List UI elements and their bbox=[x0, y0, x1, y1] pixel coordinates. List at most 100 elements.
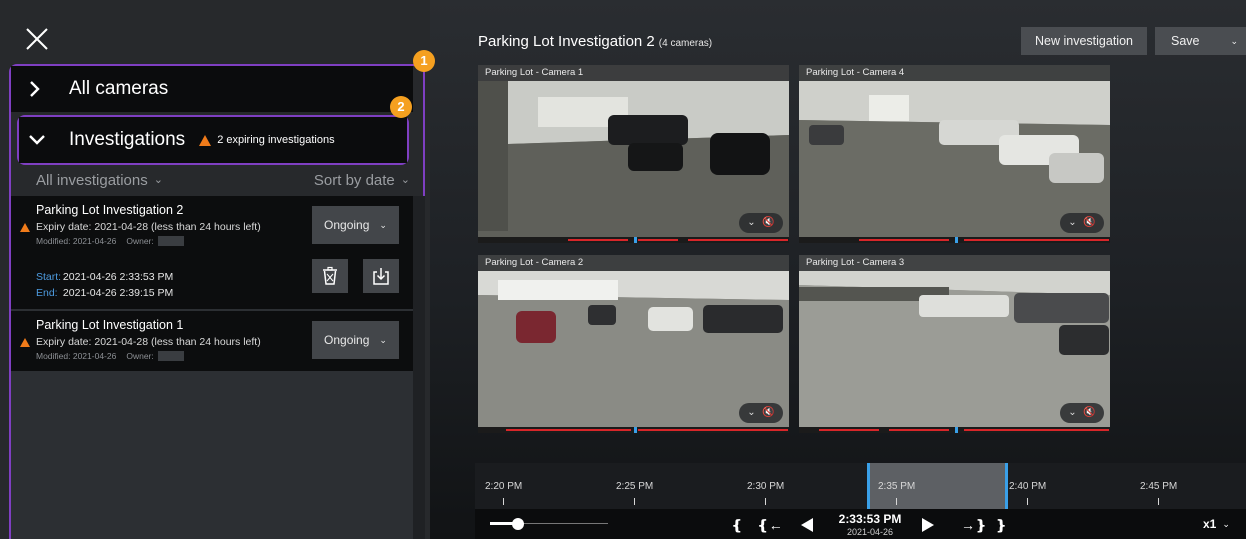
owner-label: Owner: bbox=[126, 236, 154, 246]
sort-dropdown[interactable]: Sort by date ⌄ bbox=[314, 172, 410, 189]
camera-count: (4 cameras) bbox=[658, 38, 713, 49]
camera-view[interactable]: Parking Lot - Camera 1 ⌄ 🔇 bbox=[478, 65, 789, 243]
speaker-muted-icon[interactable]: 🔇 bbox=[762, 213, 774, 233]
status-value: Ongoing bbox=[324, 218, 370, 232]
chevron-right-icon bbox=[25, 79, 45, 99]
camera-controls: ⌄ 🔇 bbox=[739, 403, 783, 423]
recording-bar bbox=[478, 427, 789, 433]
start-value: 2021-04-26 2:33:53 PM bbox=[62, 271, 174, 283]
timeline[interactable]: 2:20 PM 2:25 PM 2:30 PM 2:35 PM 2:40 PM … bbox=[475, 463, 1246, 509]
timeline-tick bbox=[1158, 498, 1159, 505]
filter-row: All investigations ⌄ Sort by date ⌄ bbox=[36, 172, 410, 194]
expiry-text: Expiry date: 2021-04-28 (less than 24 ho… bbox=[36, 336, 261, 348]
investigations-section[interactable]: Investigations 2 expiring investigations bbox=[19, 117, 407, 163]
go-to-start-icon[interactable]: ❴← bbox=[757, 516, 783, 534]
investigation-title: Parking Lot Investigation 1 bbox=[36, 318, 184, 332]
camera-name: Parking Lot - Camera 1 bbox=[478, 65, 789, 81]
callout-badge-1: 1 bbox=[413, 50, 435, 72]
end-value: 2021-04-26 2:39:15 PM bbox=[62, 287, 174, 299]
timeline-tick-label: 2:35 PM bbox=[878, 481, 916, 492]
start-label: Start: bbox=[36, 271, 62, 283]
sort-label: Sort by date bbox=[313, 172, 395, 189]
investigations-label: Investigations bbox=[69, 129, 186, 150]
recording-bar bbox=[799, 427, 1110, 433]
status-dropdown[interactable]: Ongoing ⌄ bbox=[312, 321, 399, 359]
camera-name: Parking Lot - Camera 3 bbox=[799, 255, 1110, 271]
expiry-date: Expiry date: 2021-04-28 (less than 24 ho… bbox=[20, 221, 261, 233]
chevron-down-icon: ⌄ bbox=[153, 174, 163, 186]
investigation-card[interactable]: Parking Lot Investigation 2 Expiry date:… bbox=[11, 196, 413, 309]
owner-redacted bbox=[157, 236, 184, 246]
investigation-meta: Modified: 2021-04-26 Owner: bbox=[36, 236, 184, 246]
end-time: End: 2021-04-26 2:39:15 PM bbox=[36, 287, 173, 299]
timeline-tick-label: 2:45 PM bbox=[1140, 481, 1178, 492]
chevron-down-icon[interactable]: ⌄ bbox=[1068, 403, 1076, 423]
playback-speed-slider[interactable] bbox=[490, 518, 608, 530]
chevron-down-icon[interactable]: ⌄ bbox=[1068, 213, 1076, 233]
investigation-card[interactable]: Parking Lot Investigation 1 Expiry date:… bbox=[11, 311, 413, 371]
selection-start-handle[interactable] bbox=[867, 463, 870, 509]
investigations-filter-label: All investigations bbox=[36, 172, 148, 189]
selection-end-handle[interactable] bbox=[1005, 463, 1008, 509]
status-dropdown[interactable]: Ongoing ⌄ bbox=[312, 206, 399, 244]
close-icon bbox=[26, 28, 48, 50]
camera-controls: ⌄ 🔇 bbox=[1060, 213, 1104, 233]
modified-date: Modified: 2021-04-26 bbox=[36, 236, 117, 246]
page-title: Parking Lot Investigation 2 (4 cameras) bbox=[478, 33, 712, 50]
timeline-tick bbox=[1027, 498, 1028, 505]
new-investigation-button[interactable]: New investigation bbox=[1021, 27, 1147, 55]
end-label: End: bbox=[36, 287, 58, 299]
chevron-down-icon bbox=[27, 130, 47, 150]
expiry-text: Expiry date: 2021-04-28 (less than 24 ho… bbox=[36, 221, 261, 233]
warning-icon bbox=[199, 134, 212, 146]
chevron-down-icon[interactable]: ⌄ bbox=[747, 403, 755, 423]
all-cameras-label: All cameras bbox=[69, 78, 169, 99]
camera-name: Parking Lot - Camera 2 bbox=[478, 255, 789, 271]
timeline-tick-label: 2:20 PM bbox=[485, 481, 523, 492]
mark-end-icon[interactable]: ❵ bbox=[995, 516, 1007, 534]
step-backward-button[interactable] bbox=[800, 516, 814, 534]
expiring-investigations-text: 2 expiring investigations bbox=[217, 134, 335, 146]
warning-icon bbox=[20, 337, 30, 347]
save-button[interactable]: Save ⌄ bbox=[1155, 27, 1246, 55]
speaker-muted-icon[interactable]: 🔇 bbox=[1083, 213, 1095, 233]
list-scrollbar[interactable] bbox=[413, 196, 425, 539]
slider-knob[interactable] bbox=[512, 518, 524, 530]
all-cameras-section[interactable]: All cameras bbox=[11, 66, 413, 112]
camera-view[interactable]: Parking Lot - Camera 4 ⌄ 🔇 bbox=[799, 65, 1110, 243]
recording-bar bbox=[799, 237, 1110, 243]
go-to-end-icon[interactable]: →❵ bbox=[961, 516, 987, 534]
owner-redacted bbox=[157, 351, 184, 361]
camera-controls: ⌄ 🔇 bbox=[739, 213, 783, 233]
recording-bar bbox=[478, 237, 789, 243]
export-button[interactable] bbox=[363, 259, 399, 293]
playback-speed-dropdown[interactable]: x1 ⌄ bbox=[1203, 517, 1230, 531]
investigation-name: Parking Lot Investigation 2 bbox=[478, 33, 655, 50]
play-forward-icon bbox=[922, 518, 934, 532]
owner-label: Owner: bbox=[126, 351, 154, 361]
timeline-tick-label: 2:40 PM bbox=[1009, 481, 1047, 492]
trash-icon bbox=[323, 266, 337, 285]
timeline-tick bbox=[896, 498, 897, 505]
timeline-tick bbox=[765, 498, 766, 505]
chevron-down-icon: ⌄ bbox=[400, 174, 410, 186]
step-forward-button[interactable] bbox=[921, 516, 935, 534]
close-button[interactable] bbox=[24, 26, 50, 52]
investigation-title: Parking Lot Investigation 2 bbox=[36, 203, 184, 217]
modified-date: Modified: 2021-04-26 bbox=[36, 351, 117, 361]
chevron-down-icon: ⌄ bbox=[1230, 36, 1238, 46]
timeline-tick-label: 2:30 PM bbox=[747, 481, 785, 492]
timeline-tick bbox=[503, 498, 504, 505]
playback-controls: ❴ ❴← 2:33:53 PM 2021-04-26 →❵ ❵ x1 ⌄ bbox=[475, 509, 1246, 539]
speaker-muted-icon[interactable]: 🔇 bbox=[1083, 403, 1095, 423]
camera-view[interactable]: Parking Lot - Camera 3 ⌄ 🔇 bbox=[799, 255, 1110, 433]
camera-view[interactable]: Parking Lot - Camera 2 ⌄ 🔇 bbox=[478, 255, 789, 433]
speaker-muted-icon[interactable]: 🔇 bbox=[762, 403, 774, 423]
callout-badge-2: 2 bbox=[390, 96, 412, 118]
investigations-filter-dropdown[interactable]: All investigations ⌄ bbox=[36, 172, 163, 189]
speed-value: x1 bbox=[1203, 517, 1217, 531]
chevron-down-icon[interactable]: ⌄ bbox=[747, 213, 755, 233]
delete-button[interactable] bbox=[312, 259, 348, 293]
start-time: Start: 2021-04-26 2:33:53 PM bbox=[36, 271, 173, 283]
mark-start-icon[interactable]: ❴ bbox=[731, 516, 743, 534]
